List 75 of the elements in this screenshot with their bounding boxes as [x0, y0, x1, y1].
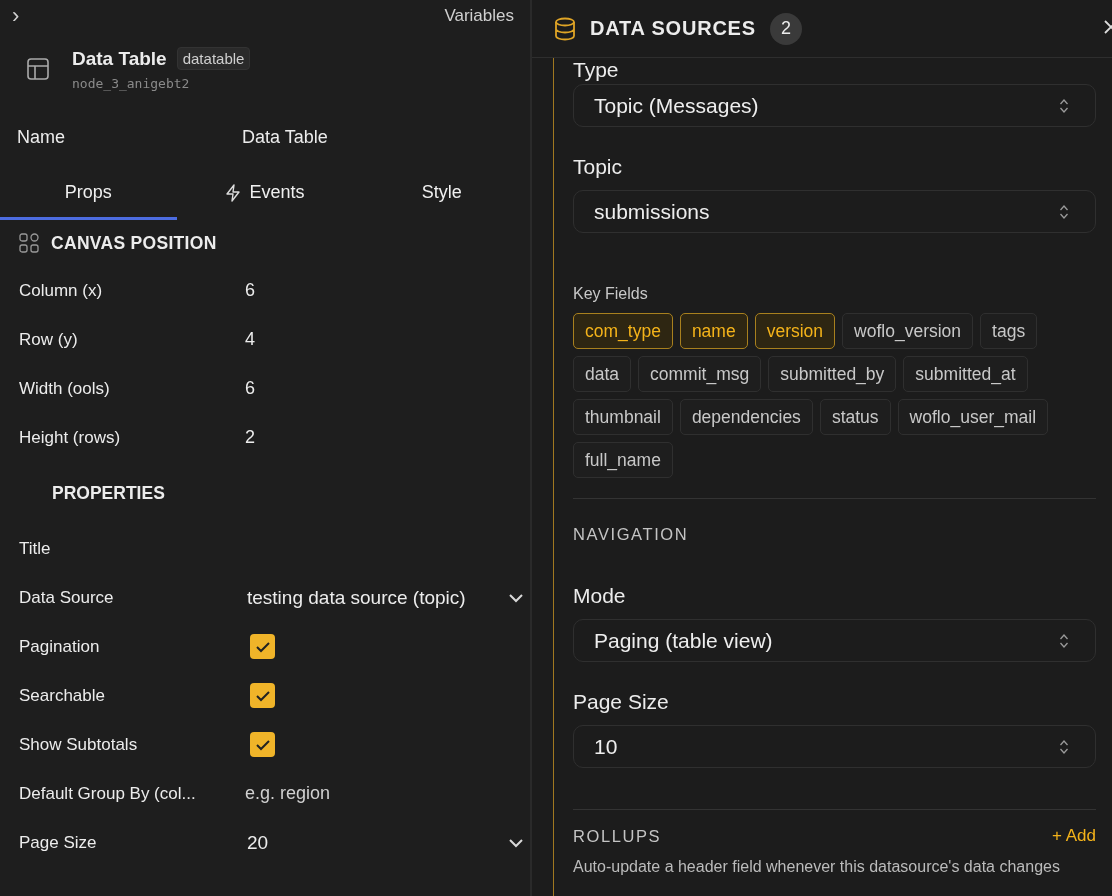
field-label: Page Size	[573, 690, 670, 714]
position-value[interactable]: 4	[245, 329, 255, 350]
check-icon	[254, 738, 271, 751]
checkbox[interactable]	[250, 634, 275, 659]
table-icon	[26, 57, 50, 81]
key-field-chip[interactable]: woflo_version	[842, 313, 974, 349]
key-field-chip[interactable]: commit_msg	[638, 356, 762, 392]
property-label: Pagination	[18, 636, 101, 657]
property-label: Show Subtotals	[18, 734, 139, 755]
position-value[interactable]: 6	[245, 378, 255, 399]
up-down-chevron-icon	[1059, 738, 1069, 755]
key-field-chip[interactable]: com_type	[573, 313, 673, 349]
grid-icon	[19, 233, 39, 253]
key-field-chip[interactable]: version	[754, 313, 836, 349]
database-icon	[554, 16, 576, 41]
type-badge: datatable	[176, 47, 251, 70]
position-label: Column (x)	[18, 280, 104, 301]
section-title: PROPERTIES	[52, 482, 165, 504]
section-title: CANVAS POSITION	[51, 232, 217, 254]
expand-chevron[interactable]: ›	[12, 3, 20, 29]
add-button[interactable]: + Add	[1052, 826, 1096, 846]
property-input[interactable]: e.g. region	[245, 778, 516, 809]
position-value[interactable]: 2	[245, 427, 255, 448]
section-title: NAVIGATION	[573, 525, 690, 544]
property-select[interactable]: 20	[247, 830, 530, 855]
position-label: Height (rows)	[18, 427, 122, 448]
key-field-chip[interactable]: submitted_at	[903, 356, 1028, 392]
chevron-down-icon	[508, 592, 524, 603]
field-label: Key Fields	[573, 285, 649, 303]
count-badge: 2	[769, 12, 802, 45]
up-down-chevron-icon	[1059, 97, 1069, 114]
select-field[interactable]: submissions	[573, 190, 1096, 233]
property-label: Default Group By (col...	[18, 783, 197, 804]
property-label: Searchable	[18, 685, 106, 706]
check-icon	[254, 640, 271, 653]
panel-title: DATA SOURCES	[590, 17, 756, 40]
checkbox[interactable]	[250, 732, 275, 757]
key-field-chip[interactable]: full_name	[573, 442, 673, 478]
key-field-chip[interactable]: dependencies	[679, 399, 813, 435]
property-label: Data Source	[18, 587, 115, 608]
tab[interactable]: Events	[176, 168, 354, 220]
field-label: Mode	[573, 584, 627, 608]
position-label: Row (y)	[18, 329, 79, 350]
position-label: Width (ools)	[18, 378, 111, 399]
key-field-chip[interactable]: thumbnail	[573, 399, 673, 435]
field-label: Type	[573, 59, 620, 81]
node-id: node_3_anigebt2	[72, 76, 191, 91]
position-value[interactable]: 6	[245, 280, 255, 301]
select-field[interactable]: Topic (Messages)	[573, 84, 1096, 127]
tab[interactable]: Style	[353, 168, 530, 220]
up-down-chevron-icon	[1059, 203, 1069, 220]
component-title: Data Table	[72, 47, 167, 70]
chevron-down-icon	[508, 837, 524, 848]
key-field-chip[interactable]: woflo_user_mail	[897, 399, 1049, 435]
key-field-chip[interactable]: data	[573, 356, 632, 392]
key-field-chip[interactable]: name	[679, 313, 748, 349]
section-title: ROLLUPS	[573, 826, 662, 846]
property-label: Title	[18, 538, 52, 559]
tab[interactable]: Props	[0, 168, 177, 220]
lightning-icon	[225, 183, 242, 202]
key-field-chip[interactable]: tags	[980, 313, 1038, 349]
property-label: Page Size	[18, 832, 98, 853]
key-field-chip[interactable]: status	[819, 399, 891, 435]
checkbox[interactable]	[250, 683, 275, 708]
up-down-chevron-icon	[1059, 632, 1069, 649]
rollups-description: Auto-update a header field whenever this datasource's data changes	[573, 857, 1061, 877]
field-label: Topic	[573, 155, 624, 179]
key-field-chip[interactable]: submitted_by	[768, 356, 897, 392]
select-field[interactable]: Paging (table view)	[573, 619, 1096, 662]
property-select[interactable]: testing data source (topic)	[247, 585, 530, 610]
select-field[interactable]: 10	[573, 725, 1096, 768]
check-icon	[254, 689, 271, 702]
name-label: Name	[16, 126, 66, 148]
name-value[interactable]: Data Table	[242, 126, 328, 148]
variables-link[interactable]: Variables	[444, 6, 514, 26]
